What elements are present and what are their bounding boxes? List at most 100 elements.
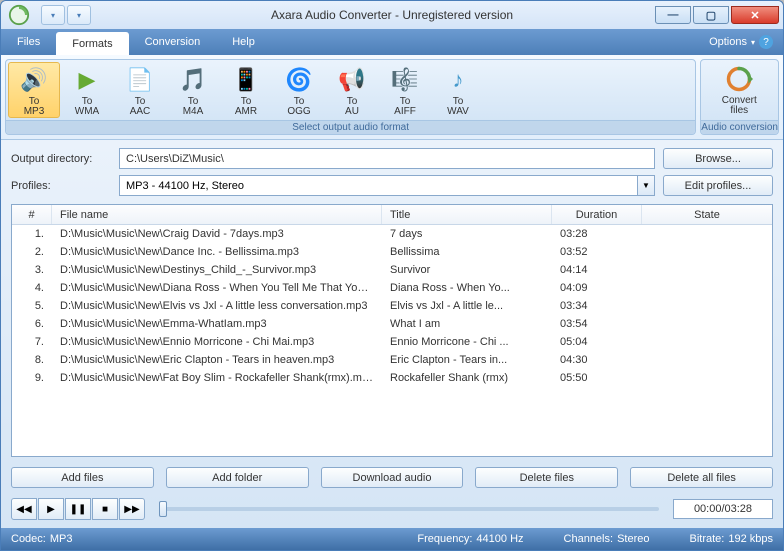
table-row[interactable]: 9.D:\Music\Music\New\Fat Boy Slim - Rock… (12, 369, 772, 387)
ribbon: 🔊ToMP3▶ToWMA📄ToAAC🎵ToM4A📱ToAMR🌀ToOGG📢ToA… (1, 55, 783, 140)
player-row: ◀◀ ▶ ❚❚ ■ ▶▶ 00:00/03:28 (11, 498, 773, 520)
menu-conversion[interactable]: Conversion (129, 29, 217, 55)
combo-arrow-icon[interactable]: ▼ (637, 176, 654, 195)
window-controls: — ▢ ✕ (655, 6, 783, 24)
cell-title: 7 days (382, 228, 552, 240)
cell-duration: 04:30 (552, 354, 642, 366)
menu-formats[interactable]: Formats (56, 32, 128, 55)
output-directory-input[interactable]: C:\Users\DiZ\Music\ (119, 148, 655, 169)
status-codec: Codec:MP3 (11, 533, 72, 545)
table-row[interactable]: 3.D:\Music\Music\New\Destinys_Child_-_Su… (12, 261, 772, 279)
profiles-combo[interactable]: MP3 - 44100 Hz, Stereo ▼ (119, 175, 655, 196)
format-au-button[interactable]: 📢ToAU (326, 62, 378, 118)
au-icon: 📢 (337, 65, 367, 95)
format-label: ToAIFF (394, 97, 416, 117)
cell-filename: D:\Music\Music\New\Dance Inc. - Bellissi… (52, 246, 382, 258)
cell-number: 7. (12, 336, 52, 348)
format-label: ToM4A (183, 97, 204, 117)
time-display: 00:00/03:28 (673, 499, 773, 519)
table-row[interactable]: 4.D:\Music\Music\New\Diana Ross - When Y… (12, 279, 772, 297)
format-wma-button[interactable]: ▶ToWMA (61, 62, 113, 118)
table-row[interactable]: 6.D:\Music\Music\New\Emma-WhatIam.mp3Wha… (12, 315, 772, 333)
main-panel: Output directory: C:\Users\DiZ\Music\ Br… (1, 140, 783, 528)
help-icon: ? (759, 35, 773, 49)
menu-options[interactable]: Options ▾ ? (699, 29, 783, 55)
cell-title: Rockafeller Shank (rmx) (382, 372, 552, 384)
table-row[interactable]: 2.D:\Music\Music\New\Dance Inc. - Bellis… (12, 243, 772, 261)
menu-files[interactable]: Files (1, 29, 56, 55)
format-aiff-button[interactable]: 🎼ToAIFF (379, 62, 431, 118)
cell-title: What I am (382, 318, 552, 330)
close-button[interactable]: ✕ (731, 6, 779, 24)
seek-thumb[interactable] (159, 501, 167, 517)
table-row[interactable]: 5.D:\Music\Music\New\Elvis vs Jxl - A li… (12, 297, 772, 315)
edit-profiles-button[interactable]: Edit profiles... (663, 175, 773, 196)
minimize-button[interactable]: — (655, 6, 691, 24)
col-filename[interactable]: File name (52, 205, 382, 224)
cell-filename: D:\Music\Music\New\Destinys_Child_-_Surv… (52, 264, 382, 276)
col-state[interactable]: State (642, 205, 772, 224)
cell-title: Bellissima (382, 246, 552, 258)
next-button[interactable]: ▶▶ (119, 498, 145, 520)
seek-slider[interactable] (159, 507, 659, 511)
format-label: ToAAC (130, 97, 151, 117)
menu-help[interactable]: Help (216, 29, 271, 55)
format-m4a-button[interactable]: 🎵ToM4A (167, 62, 219, 118)
format-wav-button[interactable]: ♪ToWAV (432, 62, 484, 118)
download-audio-button[interactable]: Download audio (321, 467, 464, 488)
table-row[interactable]: 1.D:\Music\Music\New\Craig David - 7days… (12, 225, 772, 243)
format-amr-button[interactable]: 📱ToAMR (220, 62, 272, 118)
prev-button[interactable]: ◀◀ (11, 498, 37, 520)
cell-duration: 04:09 (552, 282, 642, 294)
format-ogg-button[interactable]: 🌀ToOGG (273, 62, 325, 118)
cell-title: Survivor (382, 264, 552, 276)
play-button[interactable]: ▶ (38, 498, 64, 520)
table-row[interactable]: 7.D:\Music\Music\New\Ennio Morricone - C… (12, 333, 772, 351)
cell-filename: D:\Music\Music\New\Diana Ross - When You… (52, 282, 382, 294)
col-number[interactable]: # (12, 205, 52, 224)
cell-filename: D:\Music\Music\New\Fat Boy Slim - Rockaf… (52, 372, 382, 384)
chevron-down-icon: ▾ (751, 38, 755, 47)
app-icon[interactable] (1, 1, 37, 29)
cell-number: 4. (12, 282, 52, 294)
profiles-value: MP3 - 44100 Hz, Stereo (120, 180, 637, 192)
format-mp3-button[interactable]: 🔊ToMP3 (8, 62, 60, 118)
delete-all-files-button[interactable]: Delete all files (630, 467, 773, 488)
delete-files-button[interactable]: Delete files (475, 467, 618, 488)
cell-filename: D:\Music\Music\New\Elvis vs Jxl - A litt… (52, 300, 382, 312)
add-files-button[interactable]: Add files (11, 467, 154, 488)
quick-access-toolbar: ▾ ▾ (41, 5, 91, 25)
cell-duration: 03:52 (552, 246, 642, 258)
col-duration[interactable]: Duration (552, 205, 642, 224)
table-row[interactable]: 8.D:\Music\Music\New\Eric Clapton - Tear… (12, 351, 772, 369)
qat-more[interactable]: ▾ (67, 5, 91, 25)
cell-number: 9. (12, 372, 52, 384)
maximize-button[interactable]: ▢ (693, 6, 729, 24)
add-folder-button[interactable]: Add folder (166, 467, 309, 488)
status-channels: Channels:Stereo (564, 533, 650, 545)
cell-duration: 05:50 (552, 372, 642, 384)
aiff-icon: 🎼 (390, 65, 420, 95)
browse-button[interactable]: Browse... (663, 148, 773, 169)
table-header: # File name Title Duration State (12, 205, 772, 225)
cell-number: 6. (12, 318, 52, 330)
stop-button[interactable]: ■ (92, 498, 118, 520)
cell-number: 5. (12, 300, 52, 312)
convert-files-button[interactable]: Convert files (703, 62, 775, 118)
pause-button[interactable]: ❚❚ (65, 498, 91, 520)
format-label: ToOGG (287, 97, 310, 117)
cell-duration: 04:14 (552, 264, 642, 276)
ogg-icon: 🌀 (284, 65, 314, 95)
qat-dropdown[interactable]: ▾ (41, 5, 65, 25)
cell-filename: D:\Music\Music\New\Craig David - 7days.m… (52, 228, 382, 240)
action-buttons-row: Add files Add folder Download audio Dele… (11, 467, 773, 488)
status-bitrate: Bitrate:192 kbps (689, 533, 773, 545)
cell-title: Elvis vs Jxl - A little le... (382, 300, 552, 312)
cell-number: 1. (12, 228, 52, 240)
col-title[interactable]: Title (382, 205, 552, 224)
format-aac-button[interactable]: 📄ToAAC (114, 62, 166, 118)
cell-filename: D:\Music\Music\New\Eric Clapton - Tears … (52, 354, 382, 366)
amr-icon: 📱 (231, 65, 261, 95)
output-directory-row: Output directory: C:\Users\DiZ\Music\ Br… (11, 148, 773, 169)
cell-duration: 03:54 (552, 318, 642, 330)
